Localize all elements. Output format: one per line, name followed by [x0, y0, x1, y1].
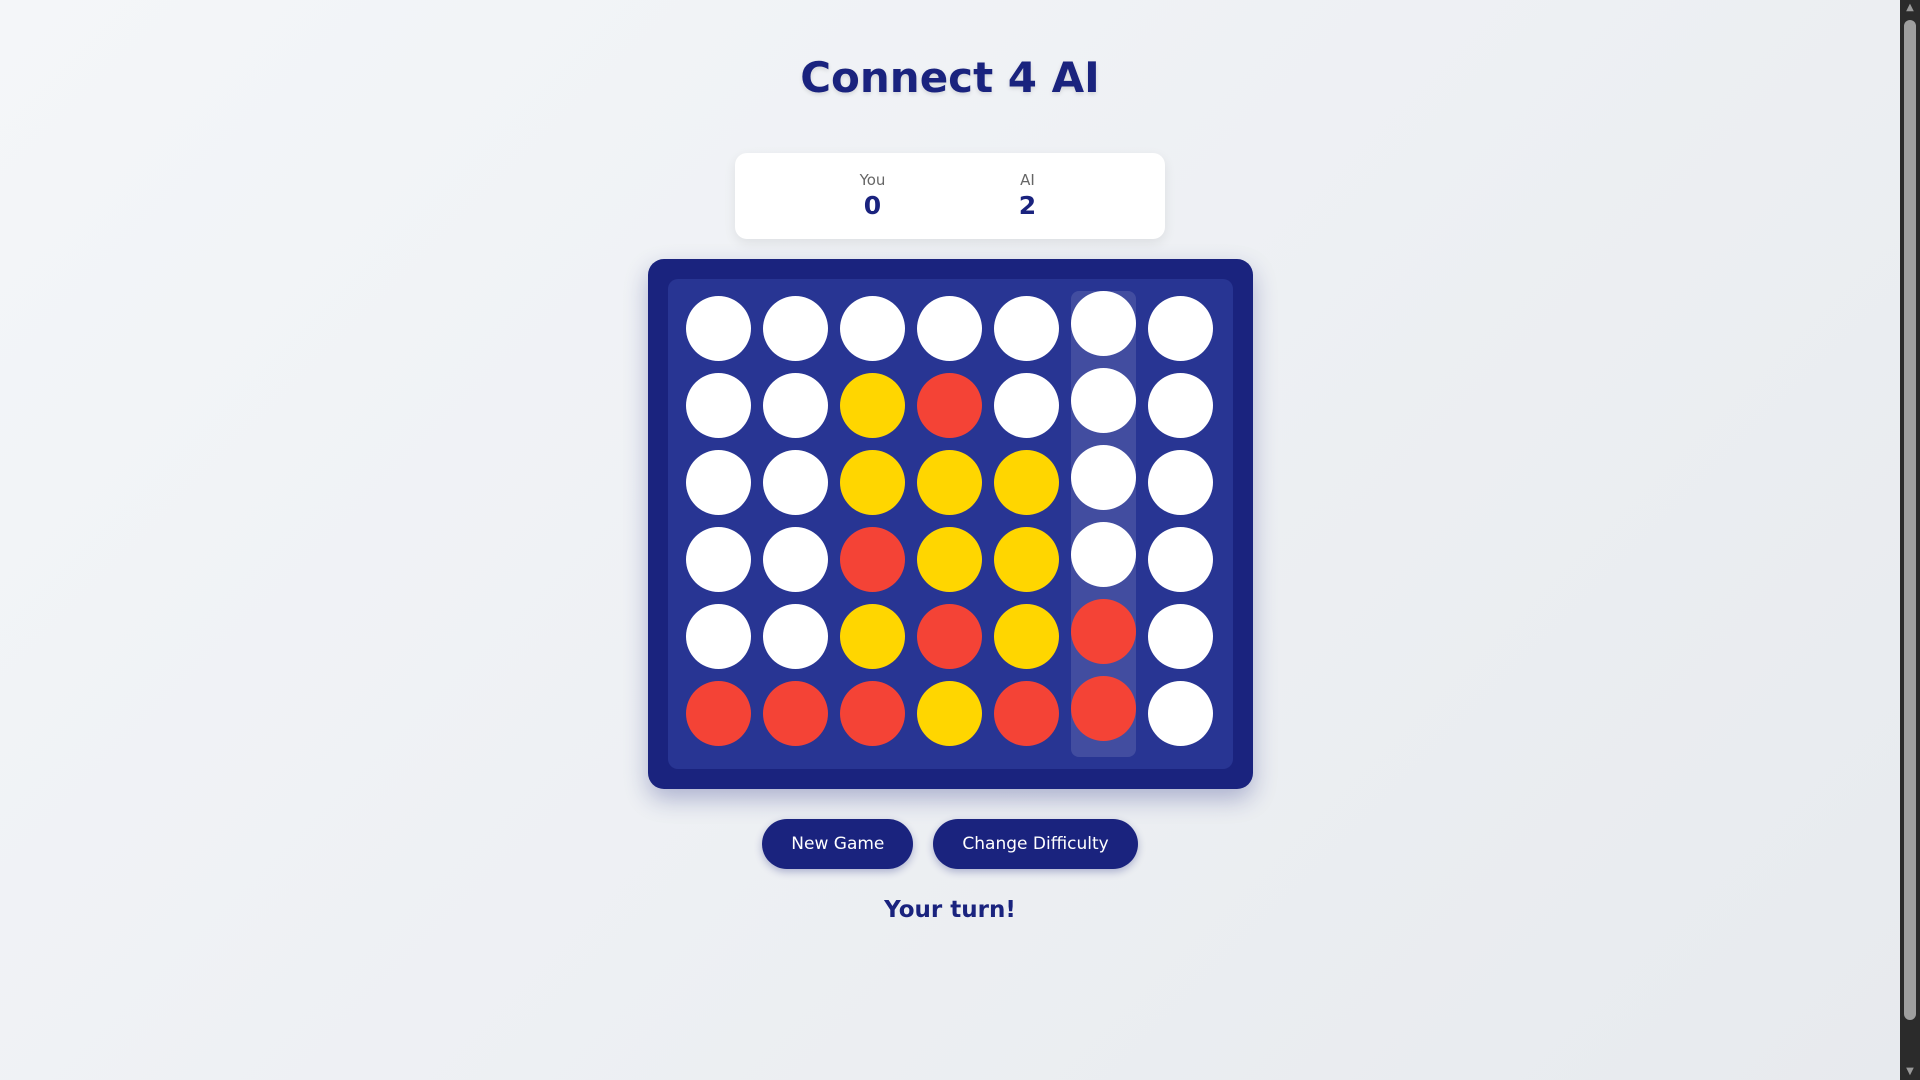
- empty-cell[interactable]: [1147, 527, 1213, 592]
- yellow-disc[interactable]: [916, 527, 982, 592]
- board-column-7[interactable]: [1147, 296, 1213, 752]
- red-disc[interactable]: [1070, 676, 1136, 741]
- scroll-up-icon[interactable]: ▲: [1900, 0, 1920, 16]
- yellow-disc[interactable]: [839, 373, 905, 438]
- empty-cell[interactable]: [762, 450, 828, 515]
- scrollbar-thumb[interactable]: [1904, 20, 1916, 1020]
- empty-cell[interactable]: [1070, 291, 1136, 356]
- empty-cell[interactable]: [762, 527, 828, 592]
- player-score-label: You: [859, 171, 886, 189]
- empty-cell[interactable]: [1070, 445, 1136, 510]
- change-difficulty-button[interactable]: Change Difficulty: [933, 819, 1138, 869]
- red-disc[interactable]: [839, 527, 905, 592]
- yellow-disc[interactable]: [839, 450, 905, 515]
- empty-cell[interactable]: [762, 373, 828, 438]
- board-column-5[interactable]: [993, 296, 1059, 752]
- red-disc[interactable]: [916, 373, 982, 438]
- empty-cell[interactable]: [993, 296, 1059, 361]
- vertical-scrollbar[interactable]: ▲ ▼: [1900, 0, 1920, 1080]
- empty-cell[interactable]: [993, 373, 1059, 438]
- new-game-button[interactable]: New Game: [762, 819, 914, 869]
- red-disc[interactable]: [1070, 599, 1136, 664]
- red-disc[interactable]: [916, 604, 982, 669]
- red-disc[interactable]: [685, 681, 751, 746]
- page-title: Connect 4 AI: [800, 53, 1100, 102]
- yellow-disc[interactable]: [993, 527, 1059, 592]
- status-message: Your turn!: [884, 897, 1016, 923]
- ai-score-block: AI 2: [968, 170, 1088, 222]
- board-grid: [667, 279, 1233, 769]
- empty-cell[interactable]: [685, 450, 751, 515]
- yellow-disc[interactable]: [916, 450, 982, 515]
- scoreboard: You 0 AI 2: [735, 153, 1165, 239]
- player-score-value: 0: [863, 191, 882, 220]
- empty-cell[interactable]: [1070, 368, 1136, 433]
- game-board: [647, 259, 1253, 789]
- red-disc[interactable]: [993, 681, 1059, 746]
- yellow-disc[interactable]: [993, 450, 1059, 515]
- empty-cell[interactable]: [1147, 296, 1213, 361]
- red-disc[interactable]: [762, 681, 828, 746]
- empty-cell[interactable]: [1070, 522, 1136, 587]
- scroll-down-icon[interactable]: ▼: [1900, 1064, 1920, 1080]
- empty-cell[interactable]: [1147, 604, 1213, 669]
- empty-cell[interactable]: [1147, 681, 1213, 746]
- board-column-4[interactable]: [916, 296, 982, 752]
- empty-cell[interactable]: [839, 296, 905, 361]
- empty-cell[interactable]: [1147, 450, 1213, 515]
- player-score-block: You 0: [813, 170, 933, 222]
- ai-score-label: AI: [1020, 171, 1035, 189]
- board-column-3[interactable]: [839, 296, 905, 752]
- ai-score-value: 2: [1018, 191, 1037, 220]
- board-column-2[interactable]: [762, 296, 828, 752]
- yellow-disc[interactable]: [839, 604, 905, 669]
- empty-cell[interactable]: [685, 373, 751, 438]
- empty-cell[interactable]: [685, 527, 751, 592]
- board-column-1[interactable]: [685, 296, 751, 752]
- empty-cell[interactable]: [916, 296, 982, 361]
- empty-cell[interactable]: [762, 296, 828, 361]
- empty-cell[interactable]: [762, 604, 828, 669]
- controls: New Game Change Difficulty: [762, 819, 1138, 869]
- empty-cell[interactable]: [685, 296, 751, 361]
- board-column-6[interactable]: [1070, 291, 1136, 757]
- yellow-disc[interactable]: [916, 681, 982, 746]
- empty-cell[interactable]: [685, 604, 751, 669]
- red-disc[interactable]: [839, 681, 905, 746]
- app-container: Connect 4 AI You 0 AI 2 New Game Change …: [0, 0, 1900, 1080]
- empty-cell[interactable]: [1147, 373, 1213, 438]
- yellow-disc[interactable]: [993, 604, 1059, 669]
